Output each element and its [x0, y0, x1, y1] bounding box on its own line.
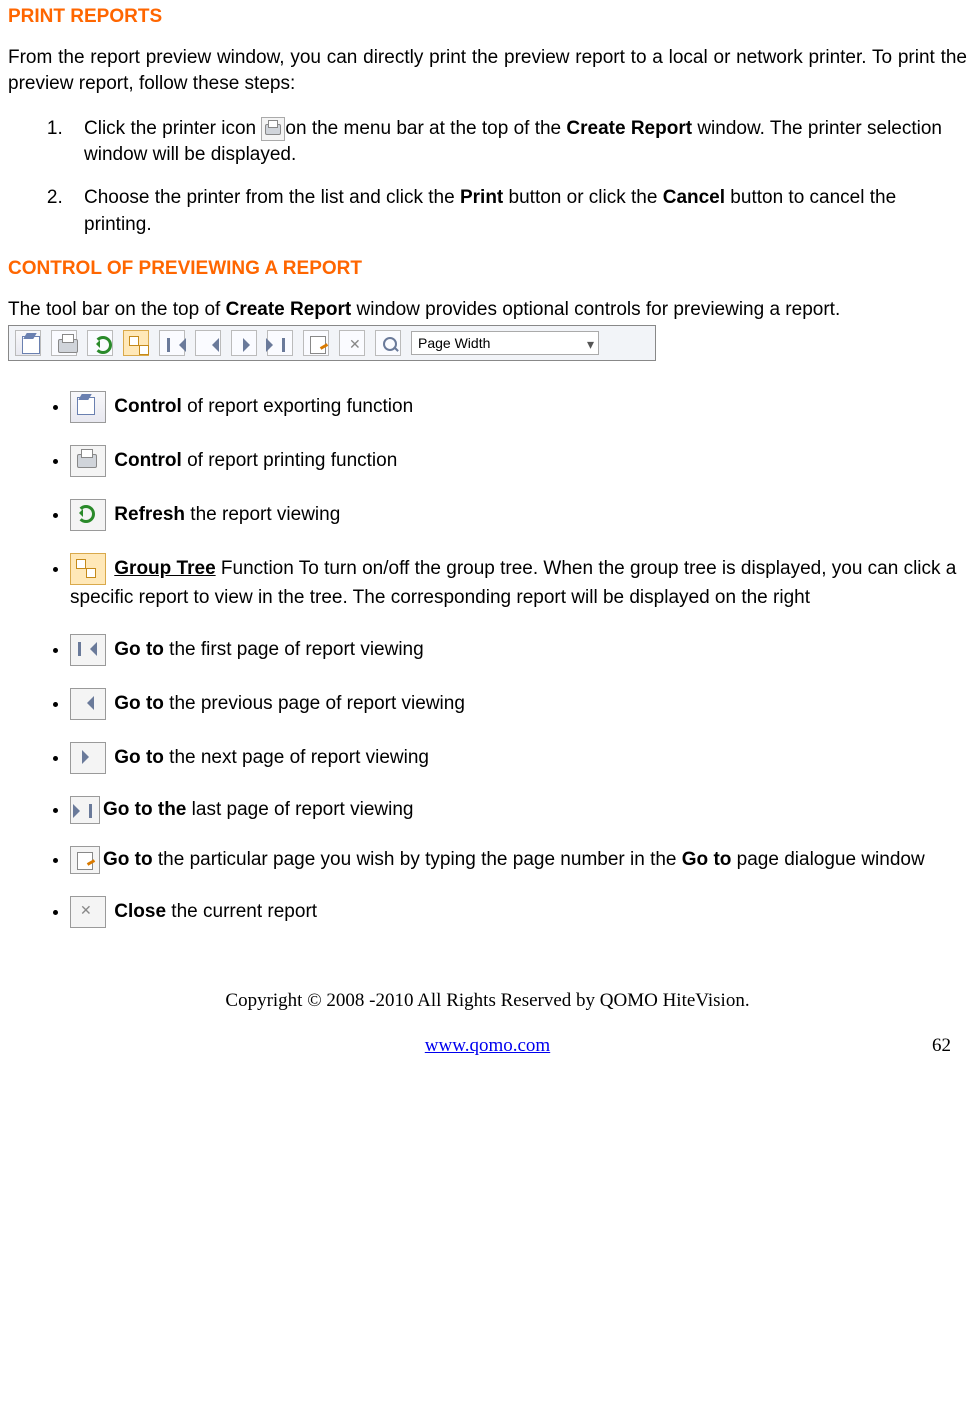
b1-txt: of report exporting function [182, 396, 413, 417]
intro-paragraph: From the report preview window, you can … [8, 45, 967, 98]
bullet-print: Control of report printing function [70, 445, 967, 477]
b10-bold: Close [114, 901, 166, 922]
grouptree-icon [70, 553, 106, 585]
b3-bold: Refresh [114, 504, 185, 525]
toolbar-screenshot: Page Width [8, 325, 656, 361]
tb-grouptree-icon [123, 330, 149, 356]
goto-page-icon [70, 846, 100, 874]
bullet-close: Close the current report [70, 896, 967, 928]
bullet-first: Go to the first page of report viewing [70, 634, 967, 666]
b7-bold: Go to [114, 747, 164, 768]
step-1-text-a: Click the printer icon [84, 118, 261, 139]
tb-print-icon [51, 330, 77, 356]
first-page-icon [70, 634, 106, 666]
step-1-text-b: on the menu bar at the top of the [285, 118, 566, 139]
bullet-next: Go to the next page of report viewing [70, 742, 967, 774]
print-icon [70, 445, 106, 477]
b7-txt: the next page of report viewing [164, 747, 429, 768]
b2-bold: Control [114, 450, 182, 471]
b4-bold: Group Tree [114, 558, 215, 579]
p2-bold: Create Report [226, 299, 352, 320]
bullet-prev: Go to the previous page of report viewin… [70, 688, 967, 720]
b5-bold: Go to [114, 639, 164, 660]
b8-bold: Go to the [103, 799, 186, 820]
printer-icon [261, 117, 285, 141]
bullet-grouptree: Group Tree Function To turn on/off the g… [70, 553, 967, 612]
b5-txt: the first page of report viewing [164, 639, 424, 660]
icon-descriptions: Control of report exporting function Con… [8, 391, 967, 928]
tb-next-icon [231, 330, 257, 356]
b3-txt: the report viewing [185, 504, 340, 525]
b1-bold: Control [114, 396, 182, 417]
p2-a: The tool bar on the top of [8, 299, 226, 320]
tb-prev-icon [195, 330, 221, 356]
bullet-refresh: Refresh the report viewing [70, 499, 967, 531]
export-icon [70, 391, 106, 423]
footer-copyright: Copyright © 2008 -2010 All Rights Reserv… [8, 988, 967, 1015]
steps-list: Click the printer icon on the menu bar a… [8, 116, 967, 238]
step-1: Click the printer icon on the menu bar a… [68, 116, 967, 169]
cancel-bold: Cancel [663, 187, 725, 208]
b6-txt: the previous page of report viewing [164, 693, 465, 714]
tb-close-icon [339, 330, 365, 356]
p2-b: window provides optional controls for pr… [351, 299, 840, 320]
tb-last-icon [267, 330, 293, 356]
b9-txt1: the particular page you wish by typing t… [153, 849, 682, 870]
step-2-text-a: Choose the printer from the list and cli… [84, 187, 460, 208]
heading-print-reports: PRINT REPORTS [8, 4, 967, 31]
tb-search-icon [375, 330, 401, 356]
tb-refresh-icon [87, 330, 113, 356]
tb-first-icon [159, 330, 185, 356]
prev-page-icon [70, 688, 106, 720]
page-number: 62 [932, 1033, 951, 1060]
tb-zoom-select: Page Width [411, 331, 599, 355]
bullet-last: Go to the last page of report viewing [70, 796, 967, 824]
b9-bold1: Go to [103, 849, 153, 870]
b9-txt2: page dialogue window [731, 849, 924, 870]
b8-txt: last page of report viewing [186, 799, 413, 820]
b9-bold2: Go to [682, 849, 732, 870]
tb-export-icon [15, 330, 41, 356]
b6-bold: Go to [114, 693, 164, 714]
bullet-goto: Go to the particular page you wish by ty… [70, 846, 967, 874]
b10-txt: the current report [166, 901, 317, 922]
toolbar-paragraph: The tool bar on the top of Create Report… [8, 297, 967, 324]
footer-url[interactable]: www.qomo.com [425, 1035, 550, 1056]
step-2: Choose the printer from the list and cli… [68, 185, 967, 238]
create-report-bold: Create Report [566, 118, 692, 139]
print-bold: Print [460, 187, 503, 208]
bullet-export: Control of report exporting function [70, 391, 967, 423]
next-page-icon [70, 742, 106, 774]
heading-control-preview: CONTROL OF PREVIEWING A REPORT [8, 256, 967, 283]
refresh-icon [70, 499, 106, 531]
b2-txt: of report printing function [182, 450, 397, 471]
last-page-icon [70, 796, 100, 824]
close-icon [70, 896, 106, 928]
step-2-text-b: button or click the [503, 187, 662, 208]
tb-goto-icon [303, 330, 329, 356]
